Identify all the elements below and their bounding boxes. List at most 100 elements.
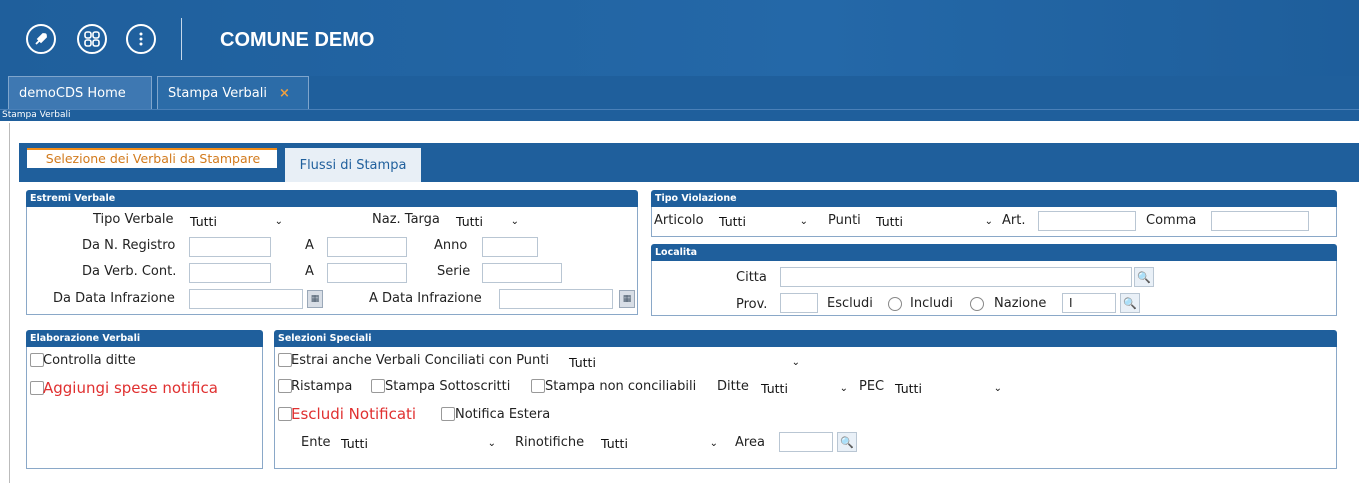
ente-value: Tutti	[341, 436, 368, 451]
chevron-down-icon: ⌄	[487, 438, 496, 449]
punti-select[interactable]: Tutti ⌄	[874, 212, 996, 232]
ente-select[interactable]: Tutti ⌄	[339, 434, 499, 454]
notifica-estera-checkbox[interactable]	[441, 407, 455, 421]
articolo-label: Articolo	[654, 213, 704, 228]
naz-targa-label: Naz. Targa	[372, 212, 440, 227]
non-conciliabili-label: Stampa non conciliabili	[545, 379, 697, 394]
prov-input[interactable]	[780, 293, 818, 313]
punti-label: Punti	[828, 213, 861, 228]
escludi-radio[interactable]	[888, 297, 902, 311]
aggiungi-checkbox[interactable]	[30, 381, 44, 395]
comma-label: Comma	[1146, 213, 1197, 228]
tab-selezione-verbali[interactable]: Selezione dei Verbali da Stampare	[27, 148, 277, 168]
a-data-input[interactable]	[499, 289, 613, 309]
notifica-estera-label: Notifica Estera	[455, 407, 551, 422]
close-icon[interactable]: ×	[279, 86, 290, 101]
chevron-down-icon: ⌄	[993, 383, 1002, 394]
ditte-label: Ditte	[717, 379, 749, 394]
chevron-down-icon: ⌄	[791, 357, 800, 368]
calendar-icon[interactable]: ▦	[619, 290, 635, 308]
naz-targa-value: Tutti	[456, 214, 483, 229]
tab-stampa-verbali[interactable]: Stampa Verbali ×	[157, 76, 309, 109]
a-registro-label: A	[305, 238, 314, 253]
estrai-label: Estrai anche Verbali Conciliati con Punt…	[291, 353, 549, 368]
prov-label: Prov.	[736, 297, 768, 312]
escludi-label: Escludi	[827, 296, 873, 311]
da-verb-label: Da Verb. Cont.	[82, 264, 177, 279]
articolo-select[interactable]: Tutti ⌄	[717, 212, 811, 232]
nazione-input[interactable]: I	[1062, 293, 1116, 313]
art-input[interactable]	[1038, 211, 1136, 231]
app-header: COMUNE DEMO	[0, 0, 1359, 76]
da-data-input[interactable]	[189, 289, 303, 309]
selezioni-panel: Estrai anche Verbali Conciliati con Punt…	[274, 347, 1337, 469]
pec-value: Tutti	[895, 381, 922, 396]
sottoscritti-checkbox[interactable]	[371, 379, 385, 393]
elaborazione-header: Elaborazione Verbali	[26, 330, 263, 347]
tab-stampa-label: Stampa Verbali	[168, 85, 267, 101]
search-icon[interactable]: 🔍	[1134, 267, 1154, 287]
localita-panel: Citta 🔍 Prov. Escludi Includi Nazione I …	[651, 261, 1337, 316]
rinotifiche-select[interactable]: Tutti ⌄	[599, 434, 721, 454]
area-input[interactable]	[779, 432, 833, 452]
escludi-notificati-checkbox[interactable]	[278, 407, 292, 421]
rinotifiche-value: Tutti	[601, 436, 628, 451]
da-registro-input[interactable]	[189, 237, 271, 257]
serie-label: Serie	[437, 264, 471, 279]
calendar-icon[interactable]: ▦	[307, 290, 323, 308]
tipo-verbale-select[interactable]: Tutti ⌄	[188, 212, 286, 232]
tab-flussi-stampa[interactable]: Flussi di Stampa	[285, 148, 421, 182]
ristampa-label: Ristampa	[291, 379, 353, 394]
tipo-violazione-header: Tipo Violazione	[651, 190, 1337, 207]
sottoscritti-label: Stampa Sottoscritti	[385, 379, 511, 394]
content-border	[9, 123, 10, 483]
nazione-label: Nazione	[994, 296, 1047, 311]
da-verb-input[interactable]	[189, 263, 271, 283]
estremi-header: Estremi Verbale	[26, 190, 638, 207]
tipo-verbale-label: Tipo Verbale	[93, 212, 174, 227]
tipo-violazione-panel: Articolo Tutti ⌄ Punti Tutti ⌄ Art. Comma	[651, 207, 1337, 237]
area-label: Area	[735, 435, 765, 450]
a-data-label: A Data Infrazione	[369, 291, 482, 306]
tab-bar: demoCDS Home Stampa Verbali ×	[0, 76, 1359, 109]
grid-icon[interactable]	[77, 24, 107, 54]
citta-label: Citta	[736, 270, 767, 285]
estrai-value: Tutti	[569, 355, 596, 370]
da-data-label: Da Data Infrazione	[53, 291, 175, 306]
includi-radio[interactable]	[970, 297, 984, 311]
ditte-select[interactable]: Tutti ⌄	[759, 379, 851, 399]
controlla-label: Controlla ditte	[43, 353, 136, 368]
comma-input[interactable]	[1211, 211, 1309, 231]
search-icon[interactable]: 🔍	[837, 432, 857, 452]
ristampa-checkbox[interactable]	[278, 379, 292, 393]
estrai-checkbox[interactable]	[278, 353, 292, 367]
a-verb-input[interactable]	[327, 263, 407, 283]
pec-label: PEC	[859, 379, 885, 394]
estrai-select[interactable]: Tutti ⌄	[567, 353, 803, 373]
ente-label: Ente	[301, 435, 331, 450]
ditte-value: Tutti	[761, 381, 788, 396]
tab-home-label: demoCDS Home	[19, 85, 126, 101]
elaborazione-panel: Controlla ditte Aggiungi spese notifica	[26, 347, 263, 469]
controlla-checkbox[interactable]	[30, 353, 44, 367]
tab-home[interactable]: demoCDS Home	[8, 76, 152, 109]
window-tab-bar: Selezione dei Verbali da Stampare Flussi…	[19, 143, 1359, 182]
a-registro-input[interactable]	[327, 237, 407, 257]
rocket-icon[interactable]	[26, 24, 56, 54]
chevron-down-icon: ⌄	[709, 438, 718, 449]
chevron-down-icon: ⌄	[799, 216, 808, 227]
pec-select[interactable]: Tutti ⌄	[893, 379, 1005, 399]
rinotifiche-label: Rinotifiche	[515, 435, 585, 450]
serie-input[interactable]	[482, 263, 562, 283]
search-icon[interactable]: 🔍	[1120, 293, 1140, 313]
breadcrumb-label: Stampa Verbali	[2, 110, 71, 120]
anno-input[interactable]	[482, 237, 538, 257]
citta-input[interactable]	[780, 267, 1132, 287]
naz-targa-select[interactable]: Tutti ⌄	[454, 212, 522, 232]
info-icon[interactable]	[126, 24, 156, 54]
breadcrumb: Stampa Verbali	[0, 109, 1359, 121]
non-conciliabili-checkbox[interactable]	[531, 379, 545, 393]
chevron-down-icon: ⌄	[274, 216, 283, 227]
punti-value: Tutti	[876, 214, 903, 229]
app-title: COMUNE DEMO	[220, 29, 375, 51]
